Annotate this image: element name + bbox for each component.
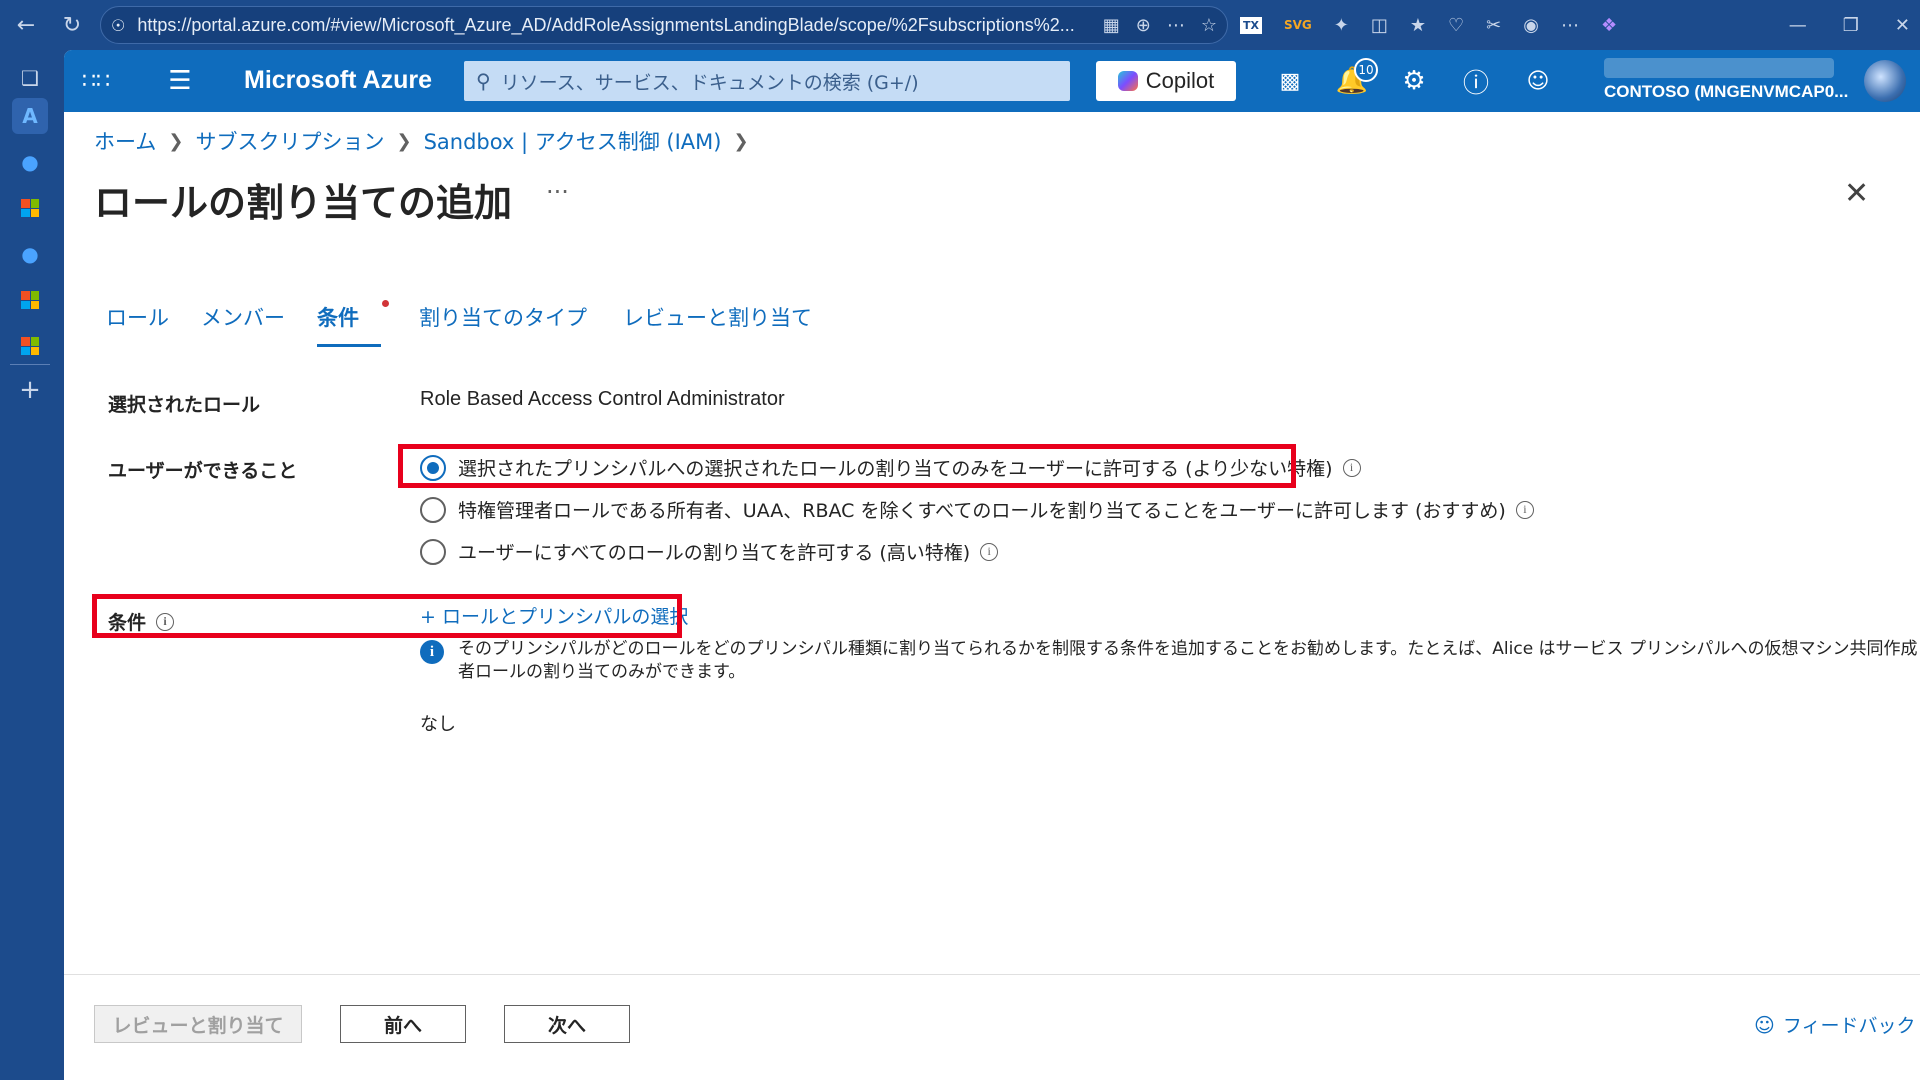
feedback-icon: ☺ [1754, 1012, 1775, 1037]
url-text: https://portal.azure.com/#view/Microsoft… [137, 14, 1075, 35]
global-search-input[interactable]: ⚲ リソース、サービス、ドキュメントの検索 (G+/) [464, 61, 1070, 101]
refresh-icon[interactable]: ↻ [52, 5, 92, 45]
tab-microsoft-3-icon[interactable] [12, 328, 48, 364]
cloud-shell-icon[interactable]: ▩ [1270, 50, 1310, 112]
info-filled-icon: i [420, 640, 444, 664]
info-icon[interactable]: i [1515, 500, 1534, 519]
wizard-tabs: ロール メンバー 条件 割り当てのタイプ レビューと割り当て [106, 300, 812, 347]
back-icon[interactable]: ← [6, 5, 46, 45]
notifications-badge: 10 [1354, 58, 1378, 82]
highlight-box-option [398, 444, 1296, 488]
previous-button[interactable]: 前へ [340, 1005, 466, 1043]
menu-hamburger-icon[interactable]: ☰ [160, 50, 200, 112]
brand-title[interactable]: Microsoft Azure [244, 66, 432, 95]
copilot-button[interactable]: Copilot [1096, 61, 1236, 101]
radio-option-label: ユーザーにすべてのロールの割り当てを許可する (高い特権) [458, 542, 971, 564]
tab-review-assign[interactable]: レビューと割り当て [623, 302, 812, 347]
favorite-star-icon[interactable]: ☆ [1201, 15, 1217, 36]
tab-conditions[interactable]: 条件 [317, 300, 389, 347]
screenshot-icon[interactable]: ✂ [1486, 15, 1501, 36]
search-icon: ⚲ [476, 69, 491, 93]
sidebar-divider [10, 364, 50, 365]
account-email-redacted [1604, 58, 1834, 78]
conditions-none-text: なし [420, 714, 456, 735]
tab-members[interactable]: メンバー [201, 302, 285, 347]
portal-topbar: ∷∷ ☰ Microsoft Azure ⚲ リソース、サービス、ドキュメントの… [64, 50, 1920, 112]
azure-tab-icon[interactable]: A [12, 98, 48, 134]
app-available-icon[interactable]: ▦ [1103, 15, 1120, 36]
next-button[interactable]: 次へ [504, 1005, 630, 1043]
review-assign-button[interactable]: レビューと割り当て [94, 1005, 302, 1043]
tab-favicon-1-icon[interactable]: ● [12, 144, 48, 180]
browser-essentials-icon[interactable]: ♡ [1448, 15, 1464, 36]
user-can-label: ユーザーができること [108, 460, 298, 482]
restore-icon[interactable]: ❐ [1843, 15, 1859, 36]
breadcrumb: ホーム ❯ サブスクリプション ❯ Sandbox | アクセス制御 (IAM)… [94, 126, 749, 156]
app-launcher-icon[interactable]: ∷∷ [76, 50, 116, 112]
split-screen-icon[interactable]: ◫ [1371, 15, 1388, 36]
extension-svg-icon[interactable]: SVG [1284, 18, 1312, 32]
extension-tx-icon[interactable]: TX [1240, 16, 1262, 34]
copilot-browser-icon[interactable]: ❖ [1601, 15, 1617, 36]
search-placeholder: リソース、サービス、ドキュメントの検索 (G+/) [500, 71, 919, 94]
close-icon[interactable]: ✕ [1844, 176, 1869, 211]
site-info-icon[interactable]: ☉ [111, 16, 125, 35]
info-icon[interactable]: i [980, 542, 999, 561]
tab-error-dot [382, 300, 389, 307]
tab-assignment-type[interactable]: 割り当てのタイプ [419, 302, 587, 347]
extensions-icon[interactable]: ✦ [1334, 15, 1349, 36]
breadcrumb-home[interactable]: ホーム [94, 126, 156, 156]
settings-gear-icon[interactable]: ⚙ [1394, 50, 1434, 112]
breadcrumb-sandbox-iam[interactable]: Sandbox | アクセス制御 (IAM) [424, 126, 722, 156]
highlight-box-conditions [92, 594, 682, 638]
radio-option-high-privilege[interactable]: ユーザーにすべてのロールの割り当てを許可する (高い特権) i [420, 538, 999, 565]
page-title: ロールの割り当ての追加 [94, 181, 513, 225]
info-message-text: そのプリンシパルがどのロールをどのプリンシパル種類に割り当てられるかを制限する条… [458, 639, 1918, 682]
vertical-tabs-sidebar: ❑ A ● ● + [0, 50, 60, 1080]
radio-button[interactable] [420, 496, 446, 523]
help-icon[interactable]: ⓘ [1456, 50, 1496, 112]
radio-option-recommended[interactable]: 特権管理者ロールである所有者、UAA、RBAC を除くすべてのロールを割り当てる… [420, 496, 1534, 523]
azure-portal: ∷∷ ☰ Microsoft Azure ⚲ リソース、サービス、ドキュメントの… [64, 50, 1920, 1080]
chevron-right-icon: ❯ [396, 130, 412, 152]
feedback-link[interactable]: ☺ フィードバック [1754, 1011, 1915, 1038]
new-tab-plus-icon[interactable]: + [12, 372, 48, 408]
page-actions-icon[interactable]: ⋯ [1167, 15, 1185, 36]
tab-actions-icon[interactable]: ❑ [12, 60, 48, 96]
account-menu[interactable]: CONTOSO (MNGENVMCAP0... [1604, 58, 1854, 102]
copilot-label: Copilot [1145, 68, 1215, 93]
tab-favicon-2-icon[interactable]: ● [12, 236, 48, 272]
copilot-logo-icon [1117, 71, 1138, 91]
feedback-label: フィードバック [1782, 1015, 1916, 1037]
favorites-icon[interactable]: ★ [1410, 15, 1426, 36]
chevron-right-icon: ❯ [733, 130, 749, 152]
minimize-icon[interactable]: — [1789, 15, 1807, 36]
settings-more-icon[interactable]: ⋯ [1561, 15, 1579, 36]
chevron-right-icon: ❯ [168, 130, 184, 152]
more-options-icon[interactable]: ··· [546, 178, 569, 206]
window-close-icon[interactable]: ✕ [1895, 15, 1910, 36]
tab-microsoft-1-icon[interactable] [12, 190, 48, 226]
feedback-topbar-icon[interactable]: ☺ [1518, 50, 1558, 112]
selected-role-value: Role Based Access Control Administrator [420, 388, 785, 410]
tab-microsoft-2-icon[interactable] [12, 282, 48, 318]
radio-button[interactable] [420, 538, 446, 565]
footer-bar: レビューと割り当て 前へ 次へ ☺ フィードバック [64, 974, 1920, 1080]
info-icon[interactable]: i [1342, 458, 1361, 477]
browser-toolbar: ← ↻ ☉ https://portal.azure.com/#view/Mic… [0, 0, 1920, 50]
avatar[interactable] [1864, 60, 1906, 102]
zoom-icon[interactable]: ⊕ [1136, 15, 1151, 36]
info-message: i そのプリンシパルがどのロールをどのプリンシパル種類に割り当てられるかを制限す… [420, 638, 1920, 684]
tenant-name: CONTOSO (MNGENVMCAP0... [1604, 82, 1849, 101]
tab-conditions-label: 条件 [317, 306, 359, 330]
address-bar[interactable]: ☉ https://portal.azure.com/#view/Microso… [100, 6, 1228, 44]
selected-role-label: 選択されたロール [108, 394, 261, 416]
radio-option-label: 特権管理者ロールである所有者、UAA、RBAC を除くすべてのロールを割り当てる… [458, 500, 1506, 522]
profile-icon[interactable]: ◉ [1523, 15, 1539, 36]
breadcrumb-subscriptions[interactable]: サブスクリプション [195, 126, 384, 156]
tab-role[interactable]: ロール [106, 302, 169, 347]
